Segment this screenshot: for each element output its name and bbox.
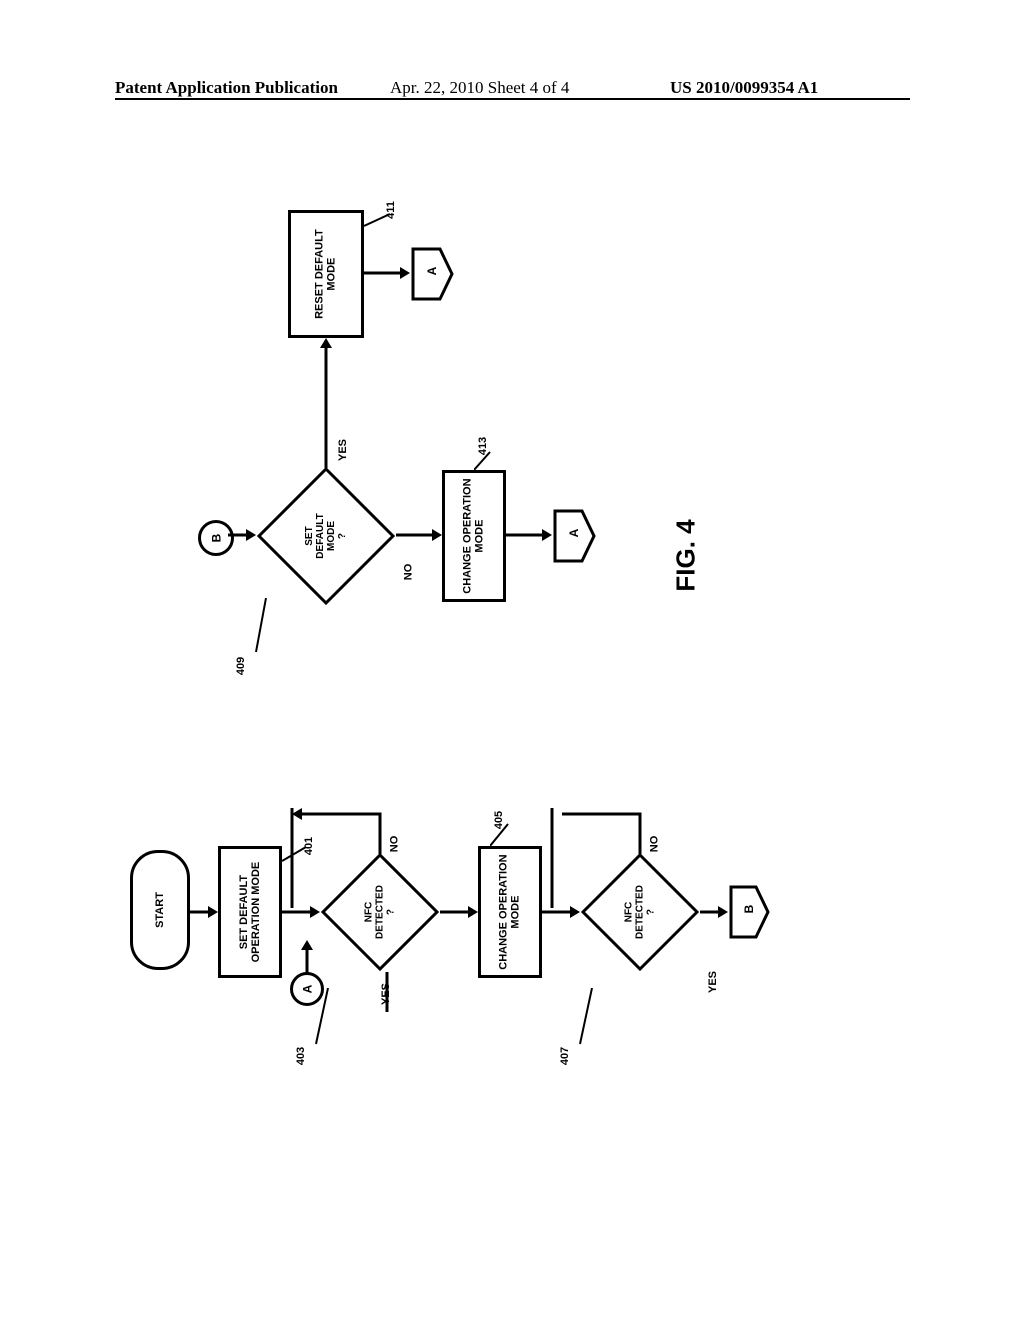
arrow-413-A [506,528,552,542]
process-411: RESET DEFAULTMODE [288,210,364,338]
ref-407: 407 [559,1047,571,1065]
arrow-start-401 [190,905,218,919]
header-rule [115,98,910,100]
arrow-Bin-409 [228,528,256,542]
connector-A-label: A [300,985,314,994]
arrow-A-into-403 [300,940,314,974]
header-right: US 2010/0099354 A1 [670,78,818,98]
arrow-405-407 [542,905,580,919]
leader-409 [254,598,268,654]
arrow-403-yes-down [380,972,394,1012]
connector-B-label: B [209,534,223,543]
page: Patent Application Publication Apr. 22, … [0,0,1024,1320]
decision-407-label: NFCDETECTED? [624,885,657,939]
start-label: START [154,892,166,928]
label-409-yes: YES [337,439,349,461]
arrow-403-no [292,808,392,854]
process-405-label: CHANGE OPERATIONMODE [498,854,522,969]
label-409-no: NO [402,564,414,581]
start-terminator: START [130,850,190,970]
process-401-label: SET DEFAULTOPERATION MODE [238,862,262,963]
leader-407 [578,988,594,1046]
process-401: SET DEFAULTOPERATION MODE [218,846,282,978]
leader-403 [314,988,330,1046]
decision-409: SETDEFAULTMODE? [256,466,396,606]
offpage-A-out-413-label: A [567,529,581,538]
arrow-401-403 [282,905,320,919]
leader-405 [490,822,512,848]
header-mid: Apr. 22, 2010 Sheet 4 of 4 [390,78,569,98]
figure-label: FIG. 4 [671,519,702,591]
ref-403: 403 [295,1047,307,1065]
header-left: Patent Application Publication [115,78,338,98]
label-407-yes: YES [707,971,719,993]
ref-409: 409 [235,657,247,675]
arrow-403-no-drop [289,808,295,908]
offpage-A-out-411: A [410,246,454,302]
decision-403-label: NFCDETECTED? [364,885,397,939]
leader-413 [474,450,494,472]
arrow-407-B [700,905,728,919]
process-413-label: CHANGE OPERATIONMODE [462,478,486,593]
arrow-409-413 [396,528,442,542]
decision-403: NFCDETECTED? [320,852,440,972]
arrow-409-411 [319,338,333,468]
leader-411 [364,212,392,228]
arrow-403-405 [440,905,478,919]
arrow-411-A [364,266,410,280]
offpage-B-out: B [728,884,770,940]
offpage-A-out-413: A [552,508,596,564]
offpage-A-out-411-label: A [425,267,439,276]
decision-407: NFCDETECTED? [580,852,700,972]
process-413: CHANGE OPERATIONMODE [442,470,506,602]
decision-409-label: SETDEFAULTMODE? [304,513,348,558]
arrow-407-no-drop [549,808,555,908]
process-405: CHANGE OPERATIONMODE [478,846,542,978]
offpage-B-out-label: B [742,905,756,914]
arrow-407-no [552,808,652,854]
process-411-label: RESET DEFAULTMODE [314,229,338,319]
